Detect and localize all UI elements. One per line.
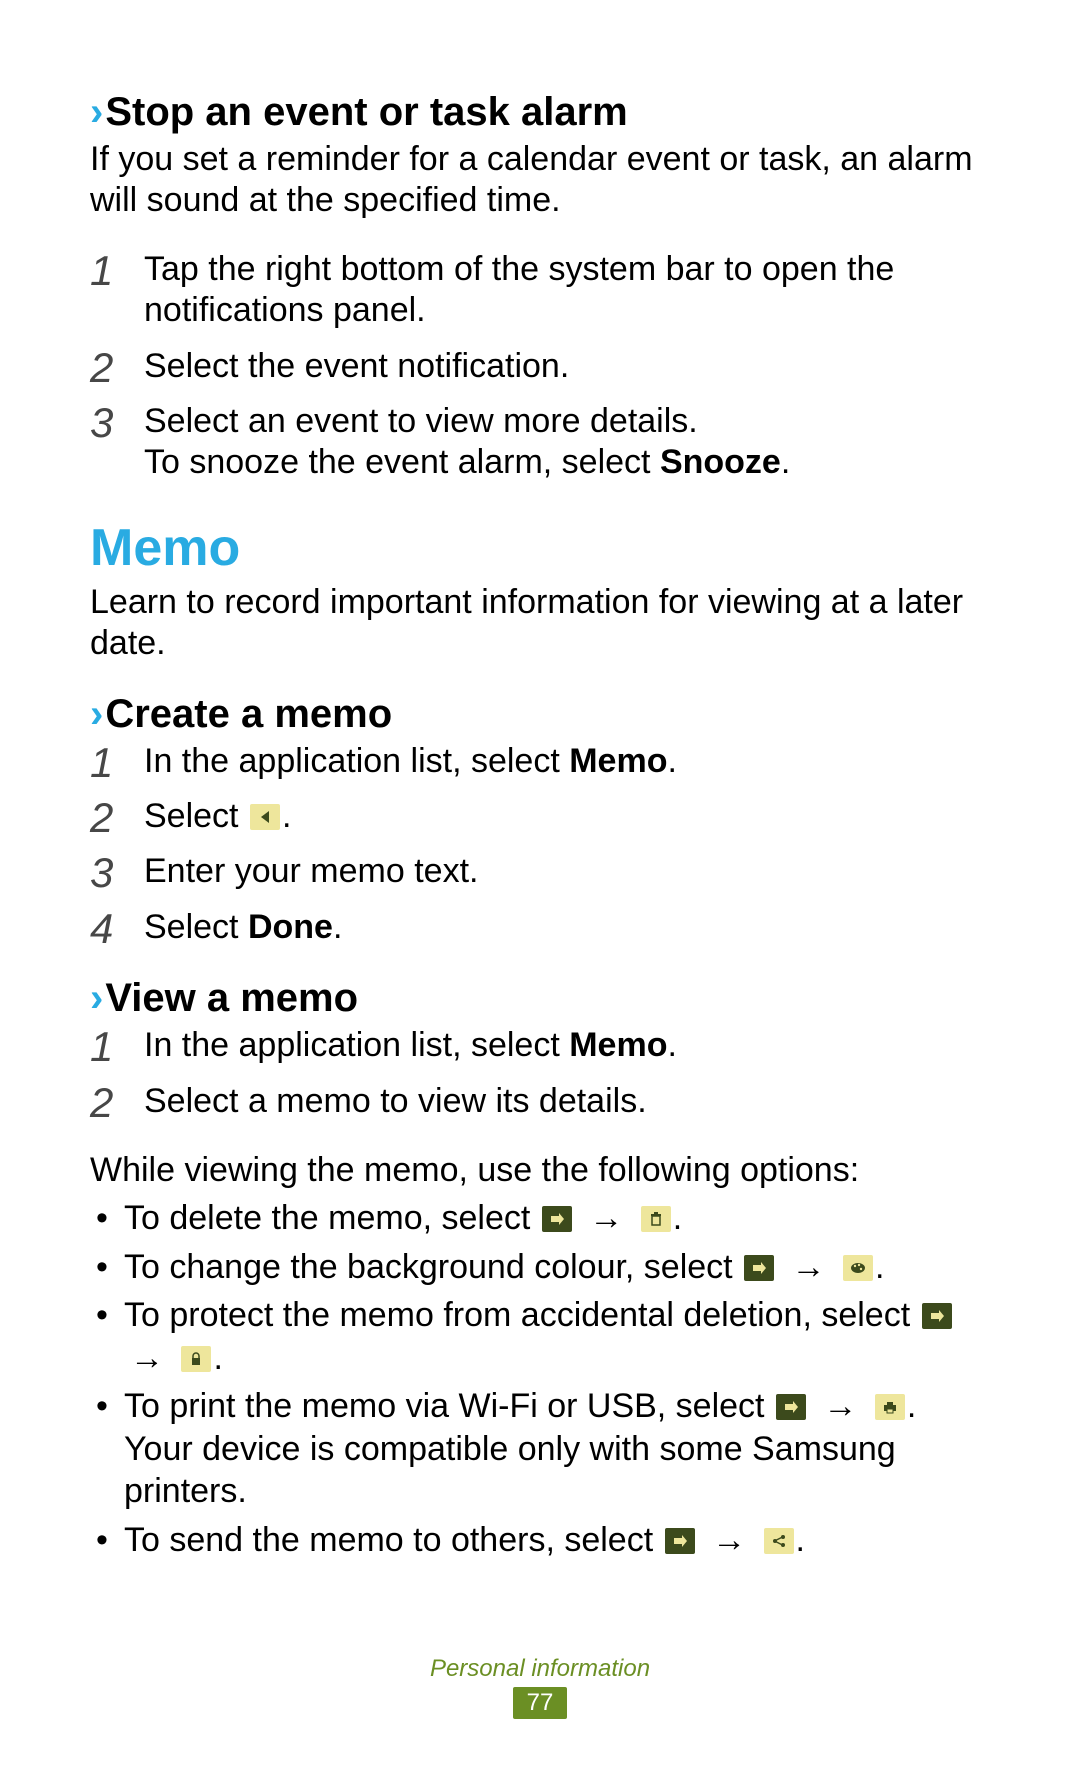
subheading-create-memo: ›Create a memo: [90, 692, 990, 737]
forward-icon: [922, 1303, 952, 1329]
step-item: Select an event to view more details. To…: [90, 401, 990, 484]
forward-icon: [665, 1528, 695, 1554]
arrow-icon: →: [712, 1521, 746, 1559]
step-item: In the application list, select Memo.: [90, 741, 990, 782]
subheading-text: Stop an event or task alarm: [105, 90, 627, 134]
list-item: To print the memo via Wi-Fi or USB, sele…: [90, 1385, 990, 1513]
subheading-text: Create a memo: [105, 692, 392, 736]
page-footer: Personal information 77: [0, 1655, 1080, 1719]
new-memo-icon: [250, 804, 280, 830]
palette-icon: [843, 1255, 873, 1281]
page-number: 77: [513, 1687, 568, 1719]
manual-page: ›Stop an event or task alarm If you set …: [0, 0, 1080, 1771]
step-item: In the application list, select Memo.: [90, 1025, 990, 1066]
list-item: To send the memo to others, select → .: [90, 1519, 990, 1562]
step-item: Select .: [90, 796, 990, 837]
options-intro: While viewing the memo, use the followin…: [90, 1150, 990, 1191]
footer-section-name: Personal information: [0, 1655, 1080, 1683]
trash-icon: [641, 1206, 671, 1232]
intro-memo: Learn to record important information fo…: [90, 582, 990, 664]
arrow-icon: →: [792, 1248, 826, 1286]
forward-icon: [776, 1394, 806, 1420]
step-item: Select a memo to view its details.: [90, 1081, 990, 1122]
arrow-icon: →: [823, 1387, 857, 1425]
lock-icon: [181, 1346, 211, 1372]
print-icon: [875, 1394, 905, 1420]
list-item: To delete the memo, select → .: [90, 1197, 990, 1240]
forward-icon: [744, 1255, 774, 1281]
arrow-icon: →: [589, 1199, 623, 1237]
steps-stop-alarm: Tap the right bottom of the system bar t…: [90, 249, 990, 484]
heading-memo: Memo: [90, 518, 990, 578]
share-icon: [764, 1528, 794, 1554]
step-item: Enter your memo text.: [90, 851, 990, 892]
options-list: To delete the memo, select → . To change…: [90, 1197, 990, 1561]
chevron-icon: ›: [90, 976, 103, 1020]
intro-stop-alarm: If you set a reminder for a calendar eve…: [90, 139, 990, 221]
subheading-view-memo: ›View a memo: [90, 976, 990, 1021]
chevron-icon: ›: [90, 90, 103, 134]
list-item: To protect the memo from accidental dele…: [90, 1294, 990, 1379]
step-item: Select Done.: [90, 907, 990, 948]
step-item: Select the event notification.: [90, 346, 990, 387]
subheading-text: View a memo: [105, 976, 358, 1020]
steps-view-memo: In the application list, select Memo. Se…: [90, 1025, 990, 1122]
arrow-icon: →: [130, 1339, 164, 1377]
forward-icon: [542, 1206, 572, 1232]
step-item: Tap the right bottom of the system bar t…: [90, 249, 990, 332]
subheading-stop-alarm: ›Stop an event or task alarm: [90, 90, 990, 135]
chevron-icon: ›: [90, 692, 103, 736]
list-item: To change the background colour, select …: [90, 1246, 990, 1289]
steps-create-memo: In the application list, select Memo. Se…: [90, 741, 990, 949]
